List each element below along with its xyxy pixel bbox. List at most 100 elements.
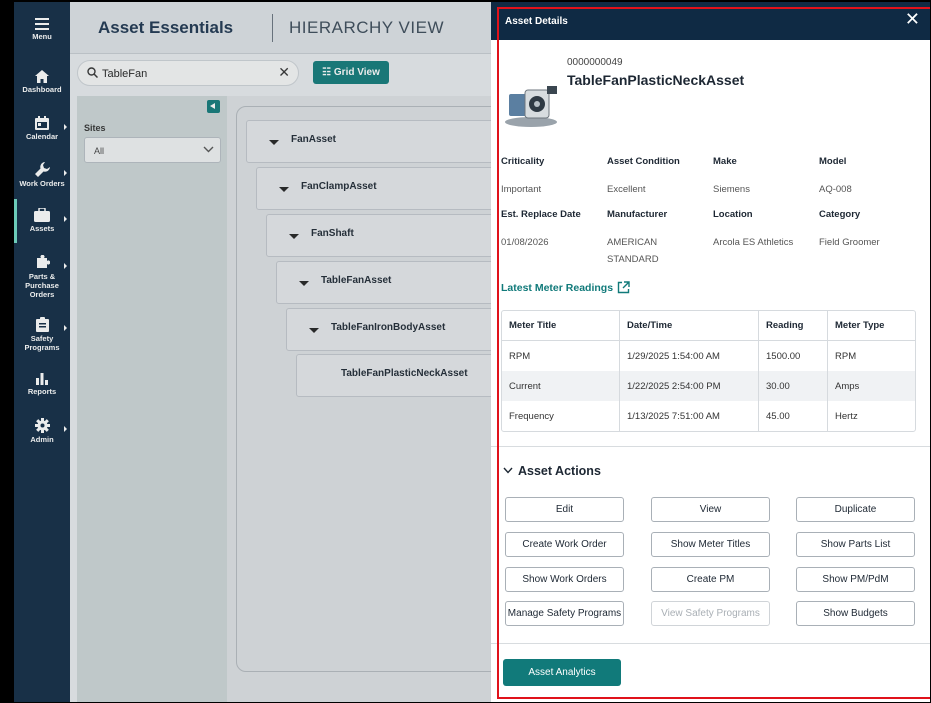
home-icon [35,70,49,83]
show-pm-pdm-button[interactable]: Show PM/PdM [796,567,915,592]
field-location: Location Arcola ES Athletics [713,209,818,251]
expanded-caret-icon [299,281,309,286]
show-meter-titles-button[interactable]: Show Meter Titles [651,532,770,557]
grid-view-button[interactable]: ☷ Grid View [313,61,389,84]
sidebar-item-label: Work Orders [19,179,65,188]
manage-safety-programs-button[interactable]: Manage Safety Programs [505,601,624,626]
tree-node-label: TableFanPlasticNeckAsset [341,368,468,379]
column-header[interactable]: Meter Title [502,311,620,341]
sidebar-item-label: Safety Programs [24,334,60,352]
collapse-panel-icon[interactable] [207,100,220,113]
field-criticality: Criticality Important [501,156,606,198]
table-row[interactable]: RPM 1/29/2025 1:54:00 AM 1500.00 RPM [502,341,915,371]
column-header[interactable]: Date/Time [620,311,759,341]
tree-node-label: FanShaft [311,228,354,239]
table-cell: Frequency [502,401,620,431]
expand-arrow-icon [64,263,67,269]
bar-chart-icon [36,373,48,385]
sidebar-item-calendar[interactable]: Calendar [14,116,70,141]
field-label: Manufacturer [607,209,668,220]
asset-actions-title[interactable]: Asset Actions [518,464,601,478]
expand-arrow-icon [64,216,67,222]
show-budgets-button[interactable]: Show Budgets [796,601,915,626]
meter-readings-table: Meter Title Date/Time Reading Meter Type… [501,310,916,432]
expanded-caret-icon [309,328,319,333]
duplicate-button[interactable]: Duplicate [796,497,915,522]
section-divider [491,643,930,644]
table-header-row: Meter Title Date/Time Reading Meter Type [502,311,915,341]
asset-analytics-button[interactable]: Asset Analytics [503,659,621,686]
calendar-icon [35,116,49,130]
field-label: Criticality [501,156,545,167]
asset-thumbnail [501,80,561,128]
field-est-replace-date: Est. Replace Date 01/08/2026 [501,209,606,251]
table-cell: 1/22/2025 2:54:00 PM [620,371,759,401]
table-cell: RPM [835,350,857,362]
field-label: Est. Replace Date [501,209,581,220]
table-cell: 1/29/2025 1:54:00 AM [620,341,759,371]
close-icon[interactable]: ✕ [905,10,920,28]
tree-node-label: TableFanAsset [321,275,392,286]
clear-search-icon[interactable]: ✕ [278,64,290,81]
sidebar-item-safety-programs[interactable]: Safety Programs [14,317,70,352]
column-header[interactable]: Meter Type [828,311,915,341]
sites-select[interactable]: All [84,137,221,163]
header-divider [272,14,273,42]
search-input[interactable] [102,65,272,82]
table-row[interactable]: Frequency 1/13/2025 7:51:00 AM 45.00 Her… [502,401,915,431]
show-work-orders-button[interactable]: Show Work Orders [505,567,624,592]
create-pm-button[interactable]: Create PM [651,567,770,592]
filter-panel [77,96,227,702]
wrench-icon [34,162,50,177]
asset-number: 0000000049 [567,57,623,68]
tree-node-label: FanAsset [291,134,337,145]
field-value: Excellent [607,184,646,195]
sidebar-item-work-orders[interactable]: Work Orders [14,162,70,188]
table-cell: 30.00 [759,371,828,401]
field-model: Model AQ-008 [819,156,924,198]
menu-button[interactable]: Menu [14,18,70,41]
sites-selected-value: All [94,146,105,156]
sidebar-item-label: Admin [30,435,54,444]
expand-arrow-icon [64,325,67,331]
edit-button[interactable]: Edit [505,497,624,522]
sidebar-item-dashboard[interactable]: Dashboard [14,70,70,94]
hamburger-icon [35,18,49,30]
field-label: Model [819,156,847,167]
app-title: Asset Essentials [98,18,234,37]
field-label: Make [713,156,737,167]
table-cell: Amps [828,371,915,401]
table-cell: Current [502,371,620,401]
sidebar-item-assets[interactable]: Assets [14,208,70,233]
view-button[interactable]: View [651,497,770,522]
external-link-icon[interactable] [617,281,630,294]
table-cell: 45.00 [759,401,828,431]
briefcase-icon [34,208,50,222]
sidebar-item-parts[interactable]: Parts & Purchase Orders [14,255,70,299]
field-value: Siemens [713,184,750,195]
chevron-down-icon[interactable] [503,467,513,474]
table-cell: RPM [502,341,620,371]
show-parts-list-button[interactable]: Show Parts List [796,532,915,557]
field-category: Category Field Groomer [819,209,924,251]
sidebar-item-reports[interactable]: Reports [14,373,70,396]
field-asset-condition: Asset Condition Excellent [607,156,712,198]
search-box: ✕ [77,60,299,86]
asset-details-panel: Asset Details ✕ 0000000049 TableFanPlast… [491,2,930,702]
create-work-order-button[interactable]: Create Work Order [505,532,624,557]
tree-node-label: TableFanIronBodyAsset [331,322,446,333]
gear-icon [34,418,50,433]
menu-label: Menu [32,32,52,41]
field-value: AMERICAN STANDARD [607,237,659,265]
latest-meter-readings-link[interactable]: Latest Meter Readings [501,282,613,294]
sidebar-item-admin[interactable]: Admin [14,418,70,444]
app-window: Menu Dashboard Calendar Work Orders Asse… [14,2,930,702]
asset-name: TableFanPlasticNeckAsset [567,72,745,88]
column-header[interactable]: Reading [759,311,828,341]
table-row[interactable]: Current 1/22/2025 2:54:00 PM 30.00 Amps [502,371,915,401]
expand-arrow-icon [64,124,67,130]
sidebar-item-label: Reports [27,387,57,396]
view-title: HIERARCHY VIEW [289,18,444,37]
sidebar-item-label: Assets [29,224,55,233]
table-cell: 1/13/2025 7:51:00 AM [620,401,759,431]
